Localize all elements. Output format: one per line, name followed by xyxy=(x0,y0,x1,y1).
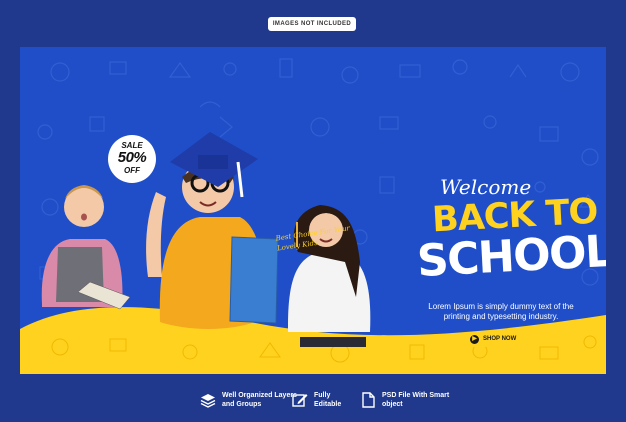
layers-icon xyxy=(200,394,216,408)
title-school: SCHOOL xyxy=(415,225,606,288)
feature-label: Well Organized Layers and Groups xyxy=(222,392,297,408)
sale-off-label: OFF xyxy=(124,166,140,175)
images-not-included-badge: IMAGES NOT INCLUDED xyxy=(268,17,356,31)
arrow-right-icon: ▶ xyxy=(470,335,479,344)
kid-left-illustration xyxy=(41,185,131,310)
sale-percent: 50% xyxy=(117,149,147,166)
features-bar: Well Organized Layers and Groups Fully E… xyxy=(0,386,626,416)
feature-label: Fully Editable xyxy=(314,392,342,408)
banner: SALE 50% OFF Best Choice For Your Lovely… xyxy=(20,47,606,374)
shop-now-button[interactable]: ▶ SHOP NOW xyxy=(465,332,521,347)
shop-now-label: SHOP NOW xyxy=(483,336,517,342)
kid-center-illustration xyxy=(146,132,279,329)
sale-badge: SALE 50% OFF xyxy=(108,135,156,183)
description-text: Lorem Ipsum is simply dummy text of the … xyxy=(428,302,574,321)
file-icon xyxy=(362,392,375,408)
edit-icon xyxy=(292,394,308,407)
feature-label: PSD File With Smart object xyxy=(382,392,450,408)
